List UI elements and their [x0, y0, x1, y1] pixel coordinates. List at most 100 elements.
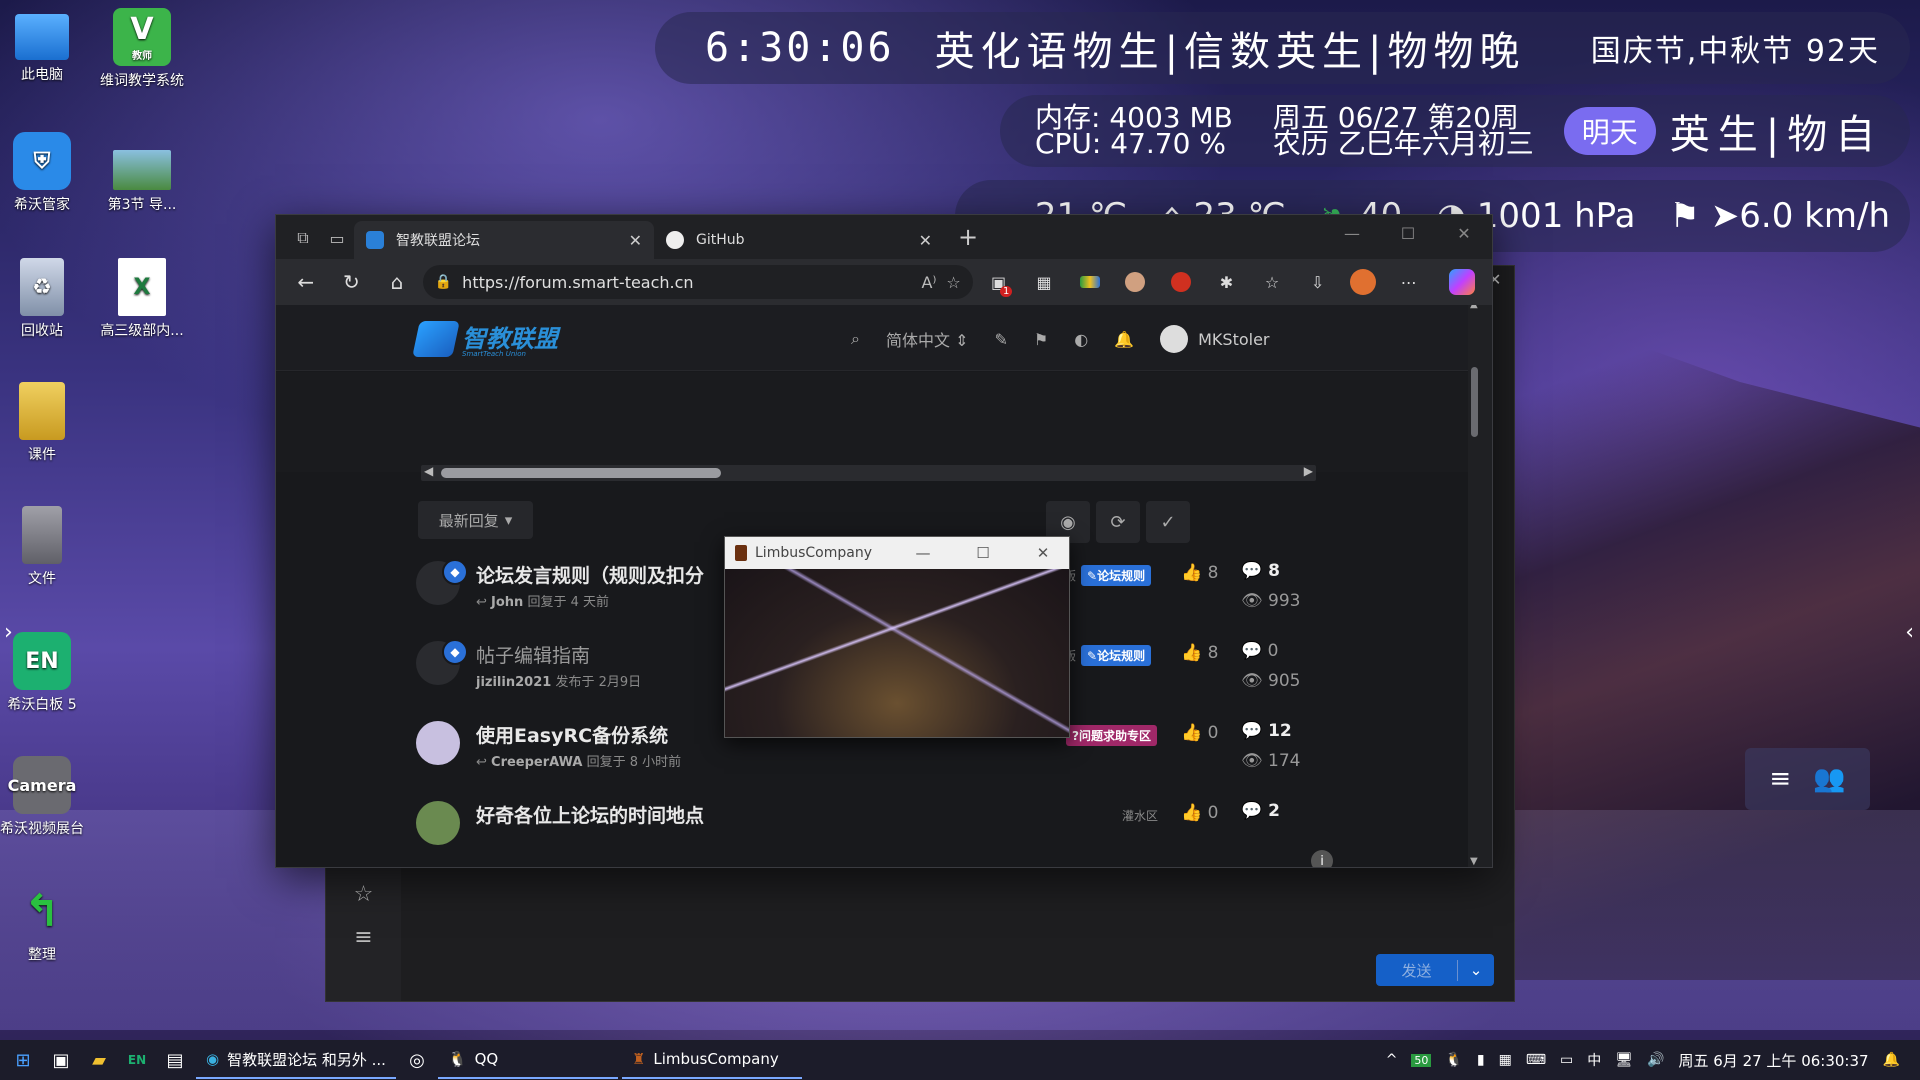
- desktop-icon-ppt[interactable]: 第3节 导...: [94, 132, 190, 214]
- close-window-icon[interactable]: ✕: [1436, 215, 1492, 251]
- tab-actions-icon[interactable]: ▭: [320, 221, 354, 255]
- theme-toggle-icon[interactable]: ◐: [1074, 330, 1088, 349]
- minimize-icon[interactable]: —: [1324, 215, 1380, 251]
- qr-code-icon[interactable]: ▦: [1024, 265, 1064, 299]
- keyboard-icon[interactable]: ⌨: [1526, 1052, 1546, 1068]
- forum-logo[interactable]: 智教联盟 SmartTeach Union: [412, 319, 558, 358]
- chevron-up-icon[interactable]: ^: [1386, 1052, 1398, 1068]
- desktop-icon-this-pc[interactable]: 此电脑: [0, 8, 90, 84]
- workspaces-icon[interactable]: ⧉: [286, 221, 320, 255]
- task-view-icon[interactable]: ▣: [44, 1043, 78, 1077]
- en-icon[interactable]: EN: [120, 1043, 154, 1077]
- desktop-icon-seewo-board[interactable]: EN 希沃白板 5: [0, 632, 90, 714]
- back-icon[interactable]: ←: [286, 265, 326, 299]
- favorite-star-icon[interactable]: ☆: [946, 273, 960, 292]
- close-icon[interactable]: ✕: [1017, 544, 1069, 562]
- topic-row[interactable]: 好奇各位上论坛的时间地点 灌水区 👍 0 💬 2: [416, 795, 1316, 865]
- chevron-down-icon[interactable]: ⌄: [1458, 961, 1494, 979]
- send-button[interactable]: 发送 ⌄: [1376, 954, 1494, 986]
- extension-avatar-icon[interactable]: [1115, 265, 1155, 299]
- avatar[interactable]: [1160, 325, 1189, 353]
- desktop-icon-files[interactable]: 文件: [0, 506, 90, 588]
- desktop-icon-seewo-manager[interactable]: ⛨ 希沃管家: [0, 132, 90, 214]
- download-icon[interactable]: ⇩: [1298, 265, 1338, 299]
- category-tag[interactable]: ✎论坛规则: [1081, 565, 1152, 586]
- tray-badge[interactable]: 50: [1411, 1053, 1432, 1067]
- maximize-icon[interactable]: ☐: [1380, 215, 1436, 251]
- avatar[interactable]: [416, 801, 460, 845]
- avatar[interactable]: [416, 721, 460, 765]
- close-tab-icon[interactable]: ✕: [629, 231, 642, 250]
- drive-icon[interactable]: [1070, 265, 1110, 299]
- bookmark-icon[interactable]: ☆: [326, 882, 401, 907]
- network-icon[interactable]: 🖥: [1615, 1052, 1633, 1068]
- scroll-down-icon[interactable]: ▼: [1470, 856, 1478, 867]
- compose-icon[interactable]: ✎: [994, 330, 1007, 349]
- mark-read-icon[interactable]: ✓: [1146, 501, 1190, 543]
- desktop-icon-excel[interactable]: X 高三级部内...: [94, 258, 190, 340]
- flag-icon[interactable]: ⚑: [1034, 330, 1048, 349]
- refresh-icon[interactable]: ↻: [332, 265, 372, 299]
- scroll-thumb[interactable]: [1471, 367, 1478, 437]
- url-field[interactable]: 🔒 https://forum.smart-teach.cn A⁾ ☆: [422, 265, 973, 299]
- menu-icon[interactable]: ≡: [1769, 764, 1791, 794]
- desktop-icon-courseware[interactable]: 课件: [0, 382, 90, 464]
- start-icon[interactable]: ⊞: [6, 1043, 40, 1077]
- favorites-icon[interactable]: ☆: [1252, 265, 1292, 299]
- camera-icon[interactable]: ▤: [158, 1043, 192, 1077]
- bell-icon[interactable]: 🔔: [1114, 330, 1134, 349]
- scroll-right-icon[interactable]: ▶: [1304, 464, 1313, 478]
- clock-datetime[interactable]: 周五 6月 27 上午 06:30:37: [1678, 1050, 1868, 1071]
- volume-icon[interactable]: 🔊: [1647, 1052, 1664, 1068]
- limbus-titlebar[interactable]: LimbusCompany — ☐ ✕: [725, 537, 1069, 569]
- new-tab-icon[interactable]: +: [958, 223, 978, 251]
- file-explorer-icon[interactable]: ▰: [82, 1043, 116, 1077]
- scroll-left-icon[interactable]: ◀: [424, 464, 433, 478]
- vertical-scrollbar[interactable]: ▲ ▼: [1468, 305, 1481, 867]
- language-selector[interactable]: 简体中文 ⇕: [886, 327, 969, 351]
- category-tag[interactable]: ?问题求助专区: [1066, 725, 1157, 746]
- desktop-icon-recycle-bin[interactable]: ♻ 回收站: [0, 258, 90, 340]
- home-icon[interactable]: ⌂: [377, 265, 417, 299]
- horizontal-scrollbar[interactable]: ◀ ▶: [421, 464, 1316, 481]
- desktop-icon-organize[interactable]: ↰ 整理: [0, 882, 90, 964]
- sort-dropdown[interactable]: 最新回复 ▾: [418, 501, 533, 539]
- taskbar-app-qq[interactable]: 🐧 QQ: [437, 1041, 618, 1079]
- adblock-icon[interactable]: [1161, 265, 1201, 299]
- taskbar-app-limbus[interactable]: ♜ LimbusCompany: [621, 1041, 802, 1079]
- maximize-icon[interactable]: ☐: [957, 544, 1009, 562]
- scroll-up-icon[interactable]: ▲: [1470, 305, 1478, 310]
- ime-mode[interactable]: 中: [1587, 1050, 1601, 1070]
- menu-icon[interactable]: ≡: [326, 925, 401, 950]
- github-desktop-icon[interactable]: ◎: [400, 1043, 434, 1077]
- scroll-thumb[interactable]: [441, 468, 721, 478]
- bookmark-tray-icon[interactable]: ▮: [1477, 1052, 1485, 1068]
- minimize-icon[interactable]: —: [897, 544, 949, 562]
- tab-forum[interactable]: 智教联盟论坛 ✕: [354, 221, 654, 259]
- search-icon[interactable]: ⌕: [851, 329, 860, 349]
- network-app-icon[interactable]: ▦: [1499, 1052, 1512, 1068]
- category-tag[interactable]: 灌水区: [1116, 805, 1164, 826]
- username[interactable]: MKStoler: [1198, 330, 1269, 349]
- tab-github[interactable]: GitHub ✕: [654, 221, 944, 259]
- lock-icon[interactable]: 🔒: [435, 274, 452, 290]
- extension-badge-icon[interactable]: ▣ 1: [979, 265, 1019, 299]
- qq-tray-icon[interactable]: 🐧: [1445, 1052, 1462, 1068]
- refresh-list-icon[interactable]: ⟳: [1096, 501, 1140, 543]
- chevron-right-icon[interactable]: ›: [4, 620, 13, 645]
- taskbar-app-browser[interactable]: ◉ 智教联盟论坛 和另外 ...: [196, 1041, 396, 1079]
- read-aloud-icon[interactable]: A⁾: [922, 273, 937, 292]
- desktop-icon-v-app[interactable]: V 教师 维词教学系统: [94, 8, 190, 90]
- more-icon[interactable]: ⋯: [1389, 265, 1429, 299]
- info-icon[interactable]: i: [1311, 850, 1333, 867]
- close-tab-icon[interactable]: ✕: [919, 231, 932, 250]
- desktop-icon-camera[interactable]: Camera 希沃视频展台: [0, 756, 90, 838]
- category-tag[interactable]: ✎论坛规则: [1081, 645, 1152, 666]
- roll-call-icon[interactable]: 👥: [1813, 764, 1845, 794]
- copilot-icon[interactable]: [1443, 265, 1483, 299]
- chevron-left-icon[interactable]: ‹: [1905, 620, 1914, 645]
- extensions-icon[interactable]: ✱: [1207, 265, 1247, 299]
- profile-avatar-icon[interactable]: [1343, 265, 1383, 299]
- ime-icon[interactable]: ▭: [1560, 1052, 1573, 1068]
- notification-bell-icon[interactable]: 🔔: [1883, 1052, 1900, 1068]
